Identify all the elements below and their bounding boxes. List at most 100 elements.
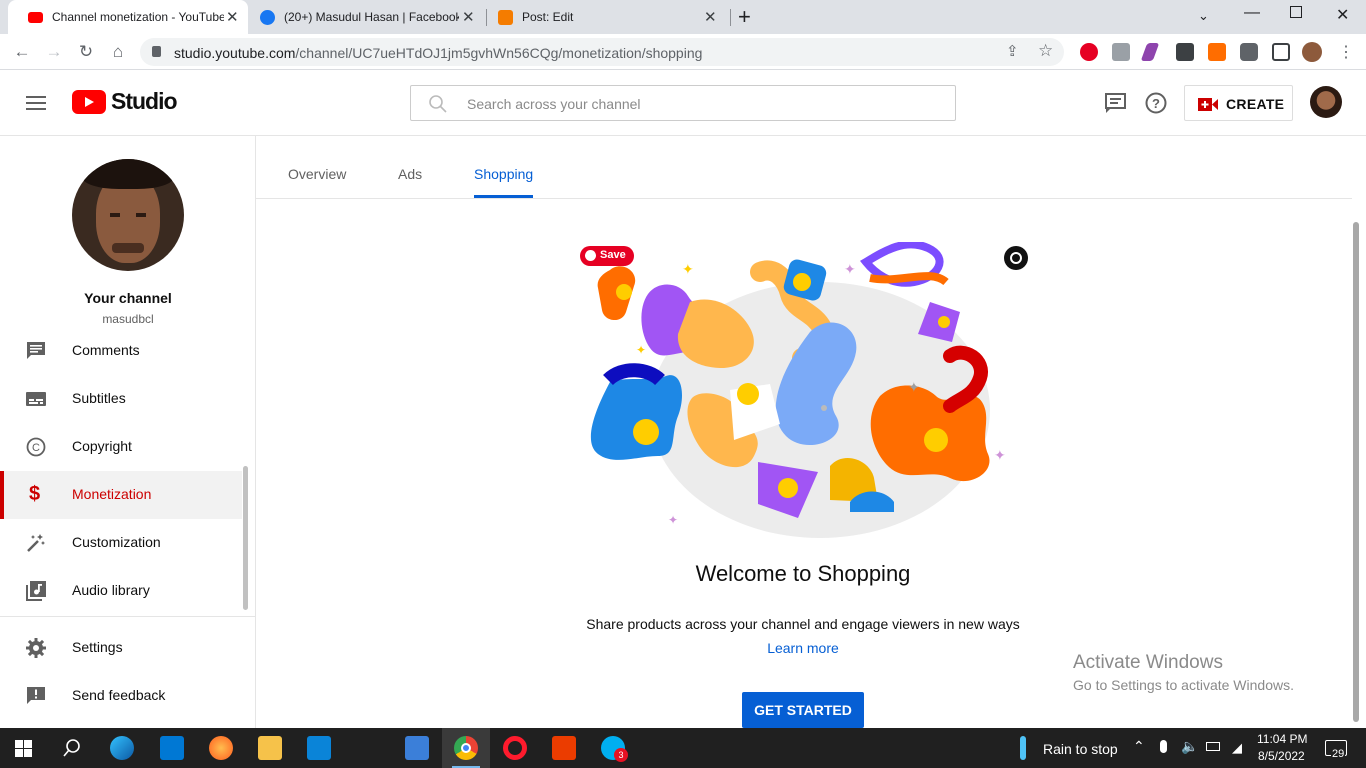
- clock-time[interactable]: 11:04 PM: [1257, 732, 1307, 746]
- side-panel-icon[interactable]: [1272, 43, 1290, 61]
- share-icon[interactable]: ⇪: [1006, 42, 1019, 60]
- svg-text:✦: ✦: [994, 447, 1006, 463]
- shopping-illustration: ✦ ✦ ✦ ✦ ✦ ✦: [590, 242, 1006, 538]
- close-tab-icon[interactable]: ✕: [462, 8, 475, 26]
- battery-icon[interactable]: [1206, 742, 1220, 751]
- office-icon[interactable]: [552, 736, 576, 760]
- tab-separator: [730, 9, 731, 26]
- pinterest-save-button[interactable]: Save: [580, 246, 634, 266]
- opera-icon[interactable]: [503, 736, 527, 760]
- profile-avatar[interactable]: [1302, 42, 1322, 62]
- sidebar-item-send-feedback[interactable]: Send feedback: [0, 672, 242, 720]
- tab-title: Channel monetization - YouTube: [52, 10, 224, 24]
- m-extension-icon[interactable]: [1176, 43, 1194, 61]
- grid-extension-icon[interactable]: [1208, 43, 1226, 61]
- mail-icon[interactable]: [160, 736, 184, 760]
- sidebar-scrollbar[interactable]: [243, 466, 248, 610]
- account-avatar[interactable]: [1310, 86, 1342, 118]
- tab-post-edit[interactable]: Post: Edit ✕: [488, 0, 728, 34]
- sidebar-item-monetization[interactable]: $ Monetization: [0, 471, 242, 519]
- camera-extension-icon[interactable]: [1112, 43, 1130, 61]
- sidebar-item-customization[interactable]: Customization: [0, 519, 242, 567]
- close-tab-icon[interactable]: ✕: [226, 8, 239, 26]
- channel-handle: masudbcl: [102, 312, 154, 326]
- tab-overview[interactable]: Overview: [288, 166, 346, 182]
- svg-text:?: ?: [1152, 96, 1160, 111]
- home-icon[interactable]: ⌂: [106, 40, 130, 64]
- tab-facebook[interactable]: (20+) Masudul Hasan | Facebook ✕: [248, 0, 486, 34]
- tab-channel-monetization[interactable]: Channel monetization - YouTube ✕: [8, 0, 248, 34]
- reload-icon[interactable]: ↻: [74, 40, 98, 64]
- new-tab-button[interactable]: +: [738, 4, 751, 30]
- copyright-icon: C: [26, 437, 46, 457]
- sidebar-item-settings[interactable]: Settings: [0, 624, 242, 672]
- svg-text:✦: ✦: [636, 343, 646, 357]
- activate-windows-subtitle: Go to Settings to activate Windows.: [1073, 677, 1294, 693]
- close-window-icon[interactable]: ✕: [1336, 5, 1349, 25]
- activate-windows-title: Activate Windows: [1073, 652, 1223, 673]
- close-tab-icon[interactable]: ✕: [704, 8, 717, 26]
- blogger-favicon-icon: [498, 10, 513, 25]
- network-icon[interactable]: ◢: [1232, 740, 1242, 756]
- windows-start-icon[interactable]: [15, 740, 32, 757]
- your-channel-label: Your channel: [84, 290, 172, 306]
- get-started-button[interactable]: GET STARTED: [742, 692, 864, 728]
- sidebar-item-comments[interactable]: Comments: [0, 327, 242, 375]
- weather-icon: [1020, 736, 1026, 760]
- speaker-icon[interactable]: 🔈: [1181, 738, 1198, 755]
- puzzle-extensions-icon[interactable]: [1240, 43, 1258, 61]
- tab-search-icon[interactable]: ⌄: [1198, 8, 1209, 24]
- firefox-icon[interactable]: [209, 736, 233, 760]
- studio-logo-text[interactable]: Studio: [111, 88, 178, 115]
- pinterest-extension-icon[interactable]: [1080, 43, 1098, 61]
- pinterest-icon: [585, 250, 596, 261]
- browser-tab-strip: Channel monetization - YouTube ✕ (20+) M…: [0, 0, 1366, 34]
- show-hidden-icons-icon[interactable]: ⌃: [1133, 738, 1145, 755]
- sidebar-item-label: Customization: [72, 534, 161, 550]
- sidebar-item-label: Settings: [72, 639, 123, 655]
- visual-search-icon[interactable]: [1004, 246, 1028, 270]
- sidebar-item-audio-library[interactable]: Audio library: [0, 567, 242, 615]
- search-input[interactable]: Search across your channel: [467, 96, 641, 112]
- bookmark-star-icon[interactable]: ☆: [1038, 41, 1053, 61]
- search-box[interactable]: Search across your channel: [410, 85, 956, 121]
- restore-icon[interactable]: [1290, 6, 1302, 18]
- edge-icon[interactable]: [110, 736, 134, 760]
- svg-text:✦: ✦: [682, 261, 694, 277]
- tab-ads[interactable]: Ads: [398, 166, 422, 182]
- main-content: Overview Ads Shopping ✦ ✦ ✦ ✦ ✦ ✦ Save W…: [256, 136, 1366, 728]
- main-scrollbar[interactable]: [1353, 222, 1359, 722]
- youtube-logo-icon[interactable]: [72, 90, 106, 114]
- file-explorer-icon[interactable]: [258, 736, 282, 760]
- hamburger-menu-icon[interactable]: [26, 96, 46, 110]
- back-icon[interactable]: ←: [10, 40, 34, 64]
- channel-avatar[interactable]: [72, 159, 184, 271]
- tab-shopping[interactable]: Shopping: [474, 166, 533, 182]
- sidebar-item-label: Send feedback: [72, 687, 166, 703]
- create-button[interactable]: CREATE: [1184, 85, 1293, 121]
- pinterest-save-label: Save: [600, 249, 626, 261]
- video-editor-icon[interactable]: [405, 736, 429, 760]
- sidebar-item-subtitles[interactable]: Subtitles: [0, 375, 242, 423]
- tabs-divider: [256, 198, 1352, 199]
- chrome-menu-icon[interactable]: ⋮: [1338, 42, 1354, 62]
- feather-extension-icon[interactable]: [1140, 43, 1160, 61]
- help-icon[interactable]: ?: [1145, 92, 1167, 114]
- store-icon[interactable]: [307, 736, 331, 760]
- minimize-icon[interactable]: —: [1244, 4, 1260, 22]
- svg-text:✦: ✦: [844, 261, 856, 277]
- sidebar-item-label: Monetization: [72, 486, 152, 502]
- sidebar-item-copyright[interactable]: C Copyright: [0, 423, 242, 471]
- svg-text:C: C: [32, 442, 40, 454]
- forward-icon[interactable]: →: [42, 40, 66, 64]
- microphone-icon[interactable]: [1160, 740, 1167, 753]
- browser-toolbar: ← → ↻ ⌂ studio.youtube.com/channel/UC7ue…: [0, 34, 1366, 70]
- address-bar[interactable]: studio.youtube.com/channel/UC7ueHTdOJ1jm…: [140, 38, 1064, 66]
- clock-date[interactable]: 8/5/2022: [1258, 749, 1305, 763]
- messages-icon[interactable]: [1105, 93, 1127, 113]
- chrome-taskbar-active[interactable]: [442, 728, 490, 768]
- feedback-icon: [27, 687, 45, 704]
- taskbar-search-icon[interactable]: [63, 739, 81, 757]
- sidebar-divider: [0, 616, 255, 617]
- weather-text[interactable]: Rain to stop: [1043, 741, 1118, 757]
